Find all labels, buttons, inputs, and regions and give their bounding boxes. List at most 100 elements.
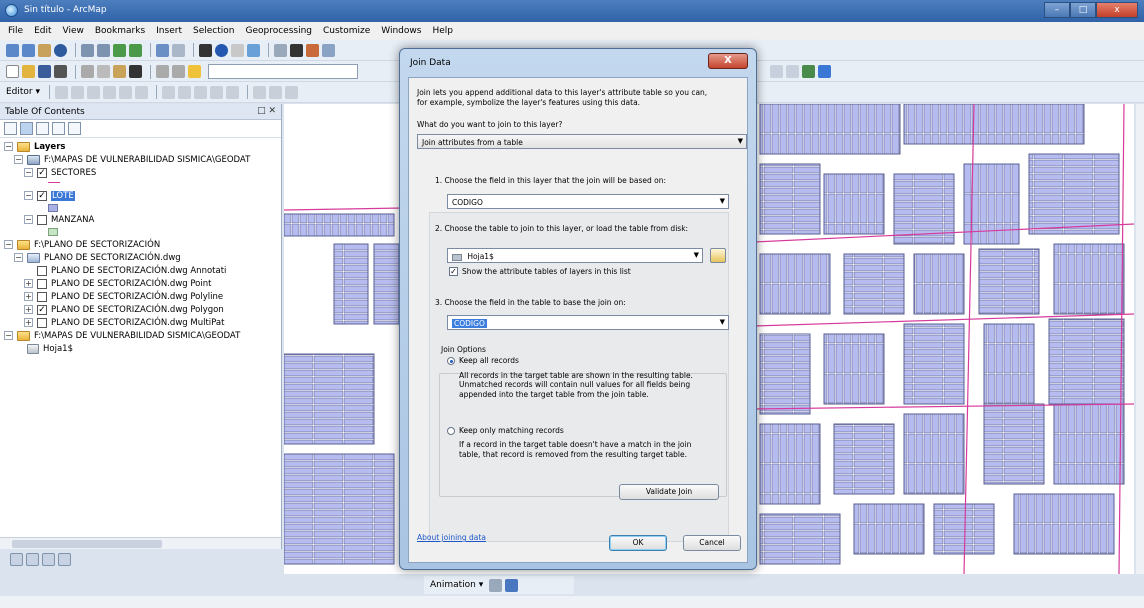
- menu-bookmarks[interactable]: Bookmarks: [95, 26, 145, 36]
- layers-frame-row[interactable]: − Layers: [4, 140, 65, 153]
- select-features-icon[interactable]: [156, 43, 169, 57]
- collapse-icon[interactable]: −: [14, 155, 23, 164]
- menu-windows[interactable]: Windows: [381, 26, 421, 36]
- expand-icon[interactable]: +: [24, 279, 33, 288]
- tree-item-manzana[interactable]: − MANZANA: [24, 213, 94, 226]
- collapse-icon[interactable]: −: [4, 142, 13, 151]
- fixed-zoom-out-icon[interactable]: [97, 43, 110, 57]
- search-window-icon[interactable]: [818, 65, 831, 78]
- visibility-checkbox[interactable]: [37, 317, 47, 328]
- visibility-checkbox[interactable]: [37, 265, 47, 276]
- copy-icon[interactable]: [97, 65, 110, 78]
- paste-icon[interactable]: [113, 65, 126, 78]
- maximize-button[interactable]: □: [1070, 2, 1096, 18]
- zoom-in-icon[interactable]: [6, 43, 19, 57]
- split-icon[interactable]: [210, 85, 224, 99]
- reshape-icon[interactable]: [178, 85, 192, 99]
- menu-geoprocessing[interactable]: Geoprocessing: [245, 26, 312, 36]
- about-joining-data-link[interactable]: About joining data: [417, 533, 486, 542]
- sketch-properties-icon[interactable]: [269, 85, 283, 99]
- endpoint-arc-icon[interactable]: [103, 85, 117, 99]
- collapse-icon[interactable]: −: [24, 191, 33, 200]
- collapse-icon[interactable]: −: [24, 215, 33, 224]
- cut-polygons-icon[interactable]: [194, 85, 208, 99]
- keep-matching-records-radio[interactable]: [447, 427, 455, 435]
- go-to-xy-icon[interactable]: [322, 43, 335, 57]
- tree-item-geodatabase-1[interactable]: − F:\MAPAS DE VULNERABILIDAD SISMICA\GEO…: [14, 153, 250, 166]
- table-of-contents-icon[interactable]: [786, 65, 799, 78]
- tree-item-geodatabase-2[interactable]: − F:\MAPAS DE VULNERABILIDAD SISMICA\GEO…: [4, 329, 240, 342]
- clear-selection-icon[interactable]: [172, 43, 185, 57]
- tree-item-lote[interactable]: − ✓ LOTE: [24, 189, 75, 202]
- measure-icon[interactable]: [274, 43, 287, 57]
- animation-controls-icon[interactable]: [505, 578, 519, 592]
- attributes-icon[interactable]: [253, 85, 267, 99]
- full-extent-icon[interactable]: [54, 43, 67, 57]
- tree-item-dwg-polygon[interactable]: + ✓ PLANO DE SECTORIZACIÓN.dwg Polygon: [24, 303, 224, 316]
- menu-customize[interactable]: Customize: [323, 26, 370, 36]
- trace-icon[interactable]: [119, 85, 133, 99]
- menu-file[interactable]: File: [8, 26, 23, 36]
- show-attribute-tables-checkbox[interactable]: ✓: [449, 267, 458, 276]
- visibility-checkbox[interactable]: ✓: [37, 190, 47, 201]
- close-button[interactable]: x: [1096, 2, 1138, 18]
- pause-icon[interactable]: [58, 553, 71, 566]
- hyperlink-icon[interactable]: [231, 43, 244, 57]
- identify-icon[interactable]: [215, 43, 228, 57]
- layout-view-icon[interactable]: [26, 553, 39, 566]
- expand-icon[interactable]: +: [24, 318, 33, 327]
- menu-insert[interactable]: Insert: [156, 26, 182, 36]
- visibility-checkbox[interactable]: [37, 278, 47, 289]
- list-by-selection-icon[interactable]: [52, 122, 65, 135]
- animation-menu[interactable]: Animation ▾: [430, 580, 483, 590]
- print-icon[interactable]: [54, 65, 67, 78]
- save-icon[interactable]: [38, 65, 51, 78]
- pan-icon[interactable]: [38, 43, 51, 57]
- add-data-icon[interactable]: [188, 65, 201, 78]
- fixed-zoom-in-icon[interactable]: [81, 43, 94, 57]
- rotate-icon[interactable]: [226, 85, 240, 99]
- html-popup-icon[interactable]: [247, 43, 260, 57]
- dialog-close-button[interactable]: X: [708, 53, 748, 69]
- map-scale-combo[interactable]: [208, 64, 358, 79]
- new-document-icon[interactable]: [6, 65, 19, 78]
- menu-edit[interactable]: Edit: [34, 26, 51, 36]
- expand-icon[interactable]: +: [24, 292, 33, 301]
- options-icon[interactable]: [68, 122, 81, 135]
- refresh-icon[interactable]: [42, 553, 55, 566]
- join-table-select[interactable]: Hoja1$ ▼: [447, 248, 703, 263]
- collapse-icon[interactable]: −: [4, 240, 13, 249]
- tree-item-dwg-group[interactable]: − PLANO DE SECTORIZACIÓN.dwg: [14, 251, 181, 264]
- menu-view[interactable]: View: [63, 26, 84, 36]
- tree-item-plano-folder[interactable]: − F:\PLANO DE SECTORIZACIÓN: [4, 238, 160, 251]
- forward-arrow-icon[interactable]: [129, 43, 142, 57]
- close-pane-icon[interactable]: □ ✕: [257, 106, 276, 116]
- list-by-source-icon[interactable]: [20, 122, 33, 135]
- menu-help[interactable]: Help: [432, 26, 453, 36]
- visibility-checkbox[interactable]: ✓: [37, 304, 47, 315]
- menu-selection[interactable]: Selection: [193, 26, 234, 36]
- straight-segment-icon[interactable]: [87, 85, 101, 99]
- point-icon[interactable]: [135, 85, 149, 99]
- list-by-visibility-icon[interactable]: [36, 122, 49, 135]
- collapse-icon[interactable]: −: [24, 168, 33, 177]
- layer-field-select[interactable]: CODIGO ▼: [447, 194, 729, 209]
- open-icon[interactable]: [22, 65, 35, 78]
- tree-item-dwg-point[interactable]: + PLANO DE SECTORIZACIÓN.dwg Point: [24, 277, 211, 290]
- cut-icon[interactable]: [81, 65, 94, 78]
- tree-item-sectores[interactable]: − ✓ SECTORES: [24, 166, 96, 179]
- expand-icon[interactable]: +: [24, 305, 33, 314]
- zoom-out-icon[interactable]: [22, 43, 35, 57]
- animation-tools-icon[interactable]: [489, 578, 503, 592]
- cancel-button[interactable]: Cancel: [683, 535, 741, 551]
- toc-horizontal-scrollbar[interactable]: [0, 537, 281, 549]
- edit-annotation-icon[interactable]: [71, 85, 85, 99]
- find-icon[interactable]: [290, 43, 303, 57]
- editor-toolbar-icon[interactable]: [770, 65, 783, 78]
- catalog-icon[interactable]: [802, 65, 815, 78]
- delete-icon[interactable]: [129, 65, 142, 78]
- visibility-checkbox[interactable]: ✓: [37, 167, 47, 178]
- collapse-icon[interactable]: −: [14, 253, 23, 262]
- visibility-checkbox[interactable]: [37, 214, 47, 225]
- map-vertical-scrollbar[interactable]: [1136, 104, 1144, 574]
